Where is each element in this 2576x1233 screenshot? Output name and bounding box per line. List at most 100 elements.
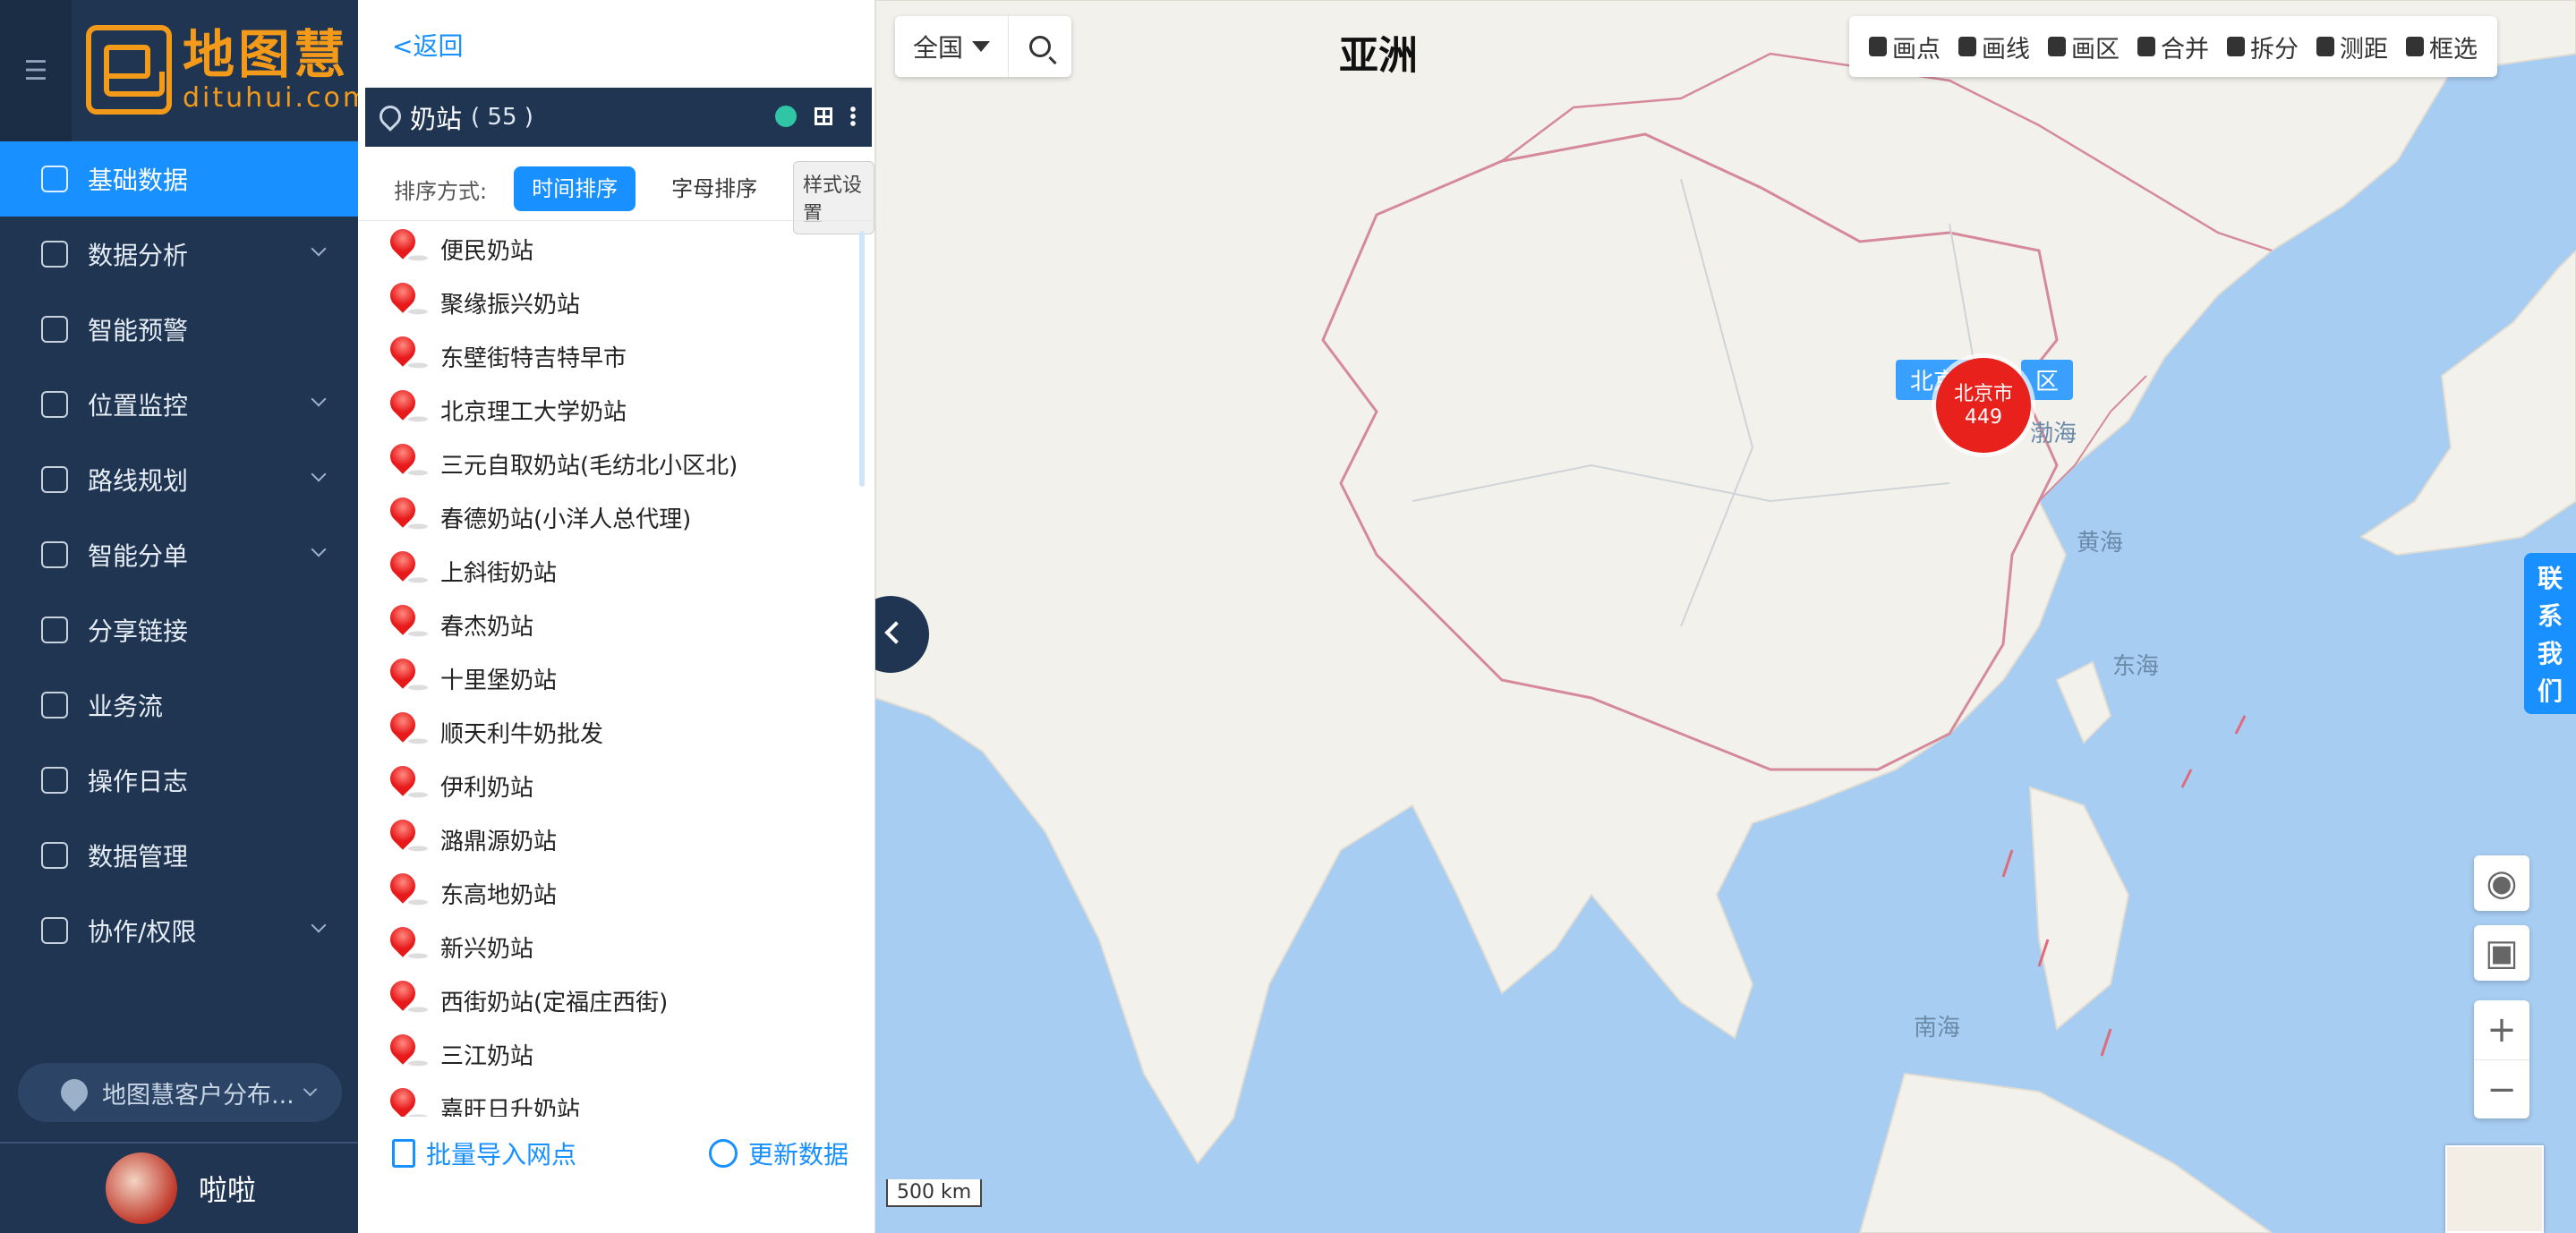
more-icon[interactable] [850, 106, 856, 127]
update-data-button[interactable]: 更新数据 [708, 1135, 849, 1171]
map-marker-icon [385, 546, 421, 582]
tool-button[interactable]: 合并 [2128, 30, 2218, 64]
user-profile[interactable]: 啦啦 [0, 1142, 358, 1233]
list-item-label: 三江奶站 [440, 1042, 534, 1070]
menu-item-icon [41, 541, 68, 568]
search-button[interactable] [1009, 16, 1071, 77]
eye-icon: ◉ [2486, 863, 2518, 904]
tool-button[interactable]: 画点 [1860, 30, 1949, 64]
map-marker-icon [385, 599, 421, 635]
map-cluster[interactable]: 北京市 449 [1936, 358, 2031, 453]
sidebar-item[interactable]: 智能分单 [0, 517, 358, 592]
sidebar-item[interactable]: 数据管理 [0, 818, 358, 893]
menu-item-icon [41, 917, 68, 944]
list-item[interactable]: 新兴奶站 [358, 920, 875, 974]
list-item[interactable]: 春德奶站(小洋人总代理) [358, 490, 875, 544]
minimap[interactable] [2445, 1145, 2544, 1233]
sidebar-item[interactable]: 操作日志 [0, 743, 358, 818]
menu-collapse-icon[interactable]: ☰ [0, 0, 72, 141]
sidebar-item[interactable]: 分享链接 [0, 592, 358, 668]
list-item[interactable]: 三江奶站 [358, 1027, 875, 1081]
panel-footer: 批量导入网点 更新数据 [358, 1122, 875, 1185]
tool-button[interactable]: 拆分 [2218, 30, 2307, 64]
list-item[interactable]: 潞鼎源奶站 [358, 812, 875, 866]
user-name: 啦啦 [199, 1173, 257, 1207]
sea-label: 南海 [1914, 1015, 1961, 1042]
list-item[interactable]: 东高地奶站 [358, 866, 875, 920]
land-taiwan [2055, 660, 2112, 744]
list-item-label: 北京理工大学奶站 [440, 398, 627, 426]
avatar[interactable] [106, 1152, 177, 1224]
list-item[interactable]: 上斜街奶站 [358, 544, 875, 598]
sidebar-item[interactable]: 协作/权限 [0, 893, 358, 968]
save-button[interactable]: ▣ [2474, 925, 2529, 981]
region-value: 全国 [913, 33, 964, 63]
list-item[interactable]: 西街奶站(定福庄西街) [358, 974, 875, 1027]
back-link[interactable]: <返回 [392, 27, 463, 63]
sidebar-item[interactable]: 数据分析 [0, 217, 358, 292]
map-marker-icon [385, 492, 421, 528]
list-item-label: 东高地奶站 [440, 881, 558, 909]
sort-time-button[interactable]: 时间排序 [514, 166, 636, 211]
divider [358, 220, 875, 221]
tool-button[interactable]: 画区 [2039, 30, 2128, 64]
list-item[interactable]: 东壁街特吉特早市 [358, 329, 875, 383]
list-item[interactable]: 聚缘振兴奶站 [358, 276, 875, 329]
sidebar-item[interactable]: 基础数据 [0, 141, 358, 217]
map-marker-icon [385, 1029, 421, 1065]
map-marker-icon [385, 438, 421, 474]
map-canvas[interactable]: 渤海 黄海 东海 南海 全国 亚洲 画点 画线 画区 合并 拆分 测距 框选 北京 区 北京… [875, 0, 2576, 1233]
tool-button[interactable]: 框选 [2397, 30, 2486, 64]
map-marker-icon [385, 1083, 421, 1117]
list-item[interactable]: 伊利奶站 [358, 759, 875, 812]
map-marker-icon [385, 814, 421, 850]
list-item[interactable]: 北京理工大学奶站 [358, 383, 875, 437]
sidebar-item[interactable]: 业务流 [0, 668, 358, 743]
contact-char: 系 [2537, 601, 2563, 631]
tool-icon [1869, 37, 1887, 56]
caret-down-icon [972, 41, 991, 52]
sidebar-item-label: 路线规划 [88, 466, 189, 496]
sidebar-item[interactable]: 路线规划 [0, 442, 358, 517]
tool-button[interactable]: 测距 [2307, 30, 2397, 64]
chevron-down-icon [311, 917, 327, 933]
tool-icon [2316, 37, 2334, 56]
list-item[interactable]: 便民奶站 [358, 222, 875, 276]
list-item[interactable]: 春杰奶站 [358, 598, 875, 651]
zoom-in-icon[interactable]: + [2486, 1000, 2517, 1059]
project-name: 地图慧客户分布... [102, 1081, 294, 1110]
station-list[interactable]: 便民奶站 聚缘振兴奶站 东壁街特吉特早市北京理工大学奶站三元自取奶站(毛纺北小区北)… [358, 222, 875, 1117]
list-item-label: 三元自取奶站(毛纺北小区北) [440, 452, 738, 480]
logo[interactable]: 地图慧 dituhui.com [86, 25, 371, 115]
grid-icon[interactable] [815, 107, 832, 125]
list-item[interactable]: 三元自取奶站(毛纺北小区北) [358, 437, 875, 490]
sidebar-item[interactable]: 智能预警 [0, 292, 358, 367]
map-marker-icon [385, 868, 421, 904]
tool-button[interactable]: 画线 [1949, 30, 2039, 64]
map-marker-icon [385, 922, 421, 957]
logo-mark-icon [86, 25, 172, 115]
visibility-button[interactable]: ◉ [2474, 855, 2529, 911]
project-selector[interactable]: 地图慧客户分布... [18, 1063, 342, 1122]
contact-us-tab[interactable]: 联系我们 [2524, 553, 2576, 714]
location-icon [55, 1073, 94, 1112]
sidebar-item[interactable]: 位置监控 [0, 367, 358, 442]
list-item[interactable]: 顺天利牛奶批发 [358, 705, 875, 759]
chevron-down-icon [311, 541, 327, 557]
region-select[interactable]: 全国 [895, 16, 1010, 77]
drawing-toolbar: 画点 画线 画区 合并 拆分 测距 框选 [1849, 16, 2497, 77]
contact-char: 联 [2537, 564, 2563, 593]
batch-import-label: 批量导入网点 [426, 1140, 577, 1169]
sort-alpha-button[interactable]: 字母排序 [653, 166, 775, 211]
sidebar-header: ☰ 地图慧 dituhui.com [0, 0, 369, 141]
batch-import-button[interactable]: 批量导入网点 [392, 1135, 576, 1171]
contact-char: 我 [2537, 639, 2563, 668]
continent-label: 亚洲 [1339, 33, 1418, 79]
style-settings-icon[interactable] [775, 106, 797, 127]
zoom-out-icon[interactable]: − [2474, 1059, 2529, 1118]
search-icon [1029, 36, 1052, 57]
list-item[interactable]: 十里堡奶站 [358, 651, 875, 705]
list-item-label: 春杰奶站 [440, 613, 534, 641]
contact-char: 们 [2537, 676, 2563, 706]
list-item[interactable]: 嘉旺日升奶站 [358, 1081, 875, 1117]
